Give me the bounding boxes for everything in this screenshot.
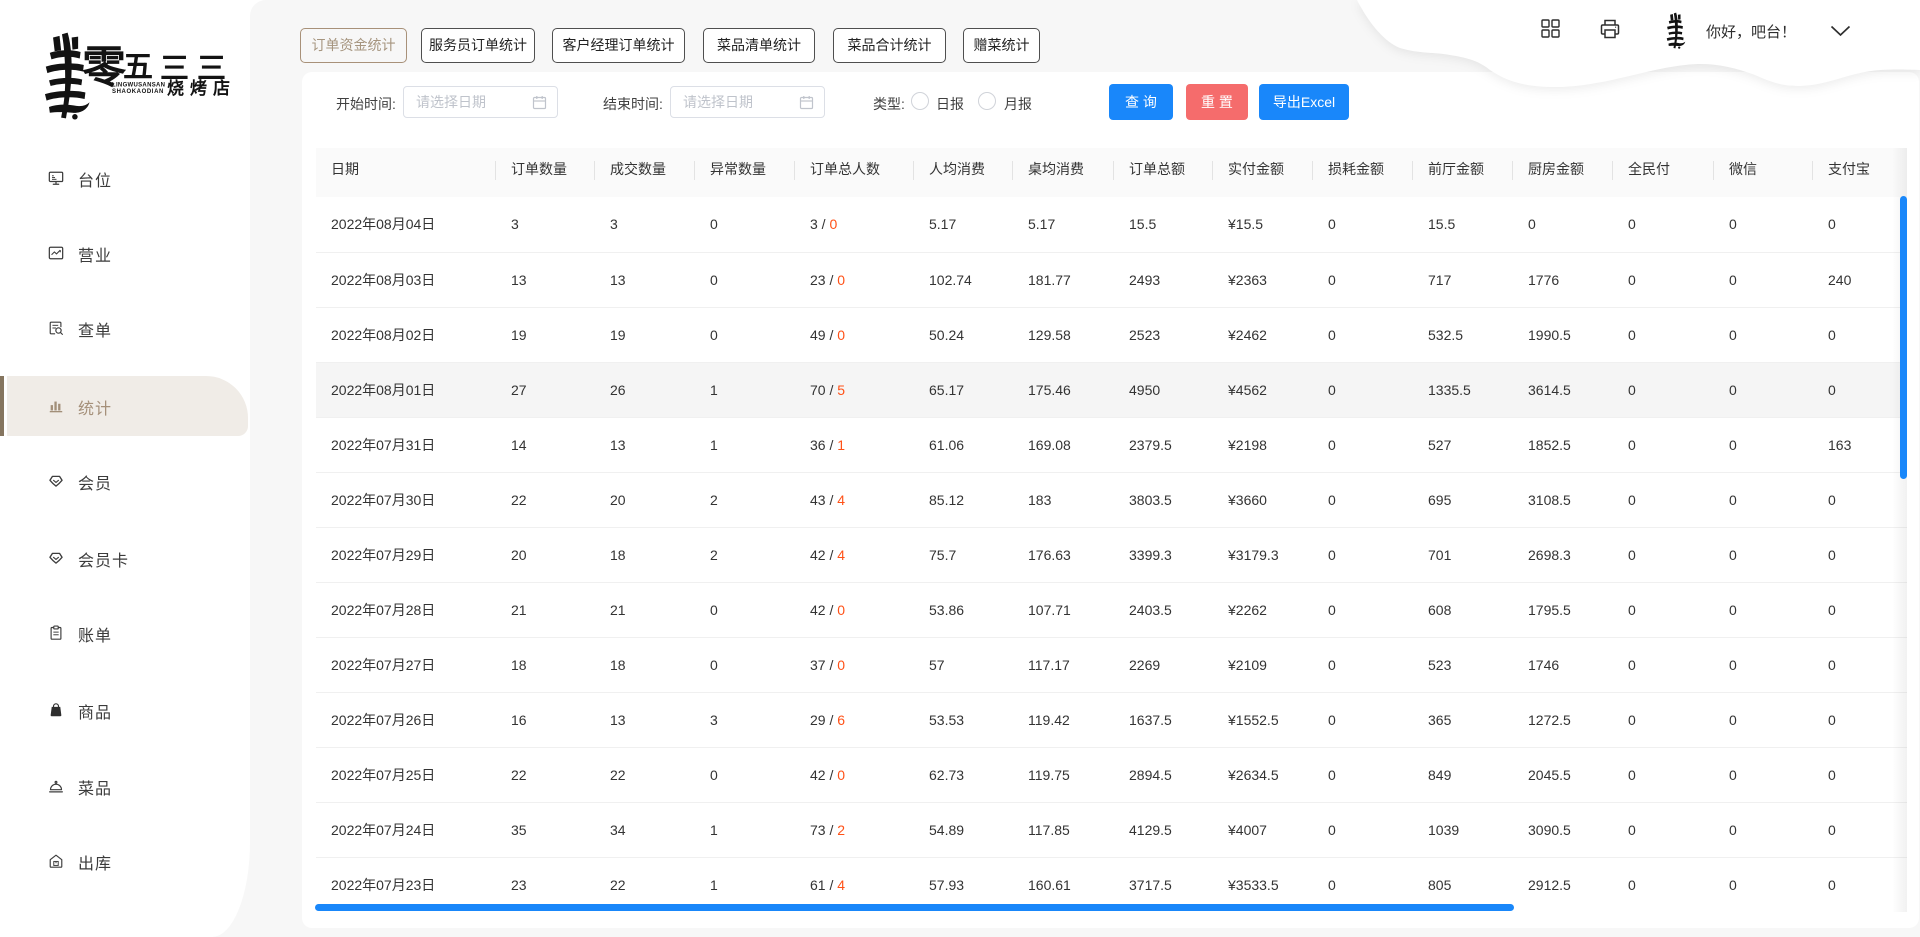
svg-text:LINGWUSANSAN: LINGWUSANSAN [112, 83, 165, 89]
svg-text:SHAOKAODIAN: SHAOKAODIAN [112, 89, 164, 94]
